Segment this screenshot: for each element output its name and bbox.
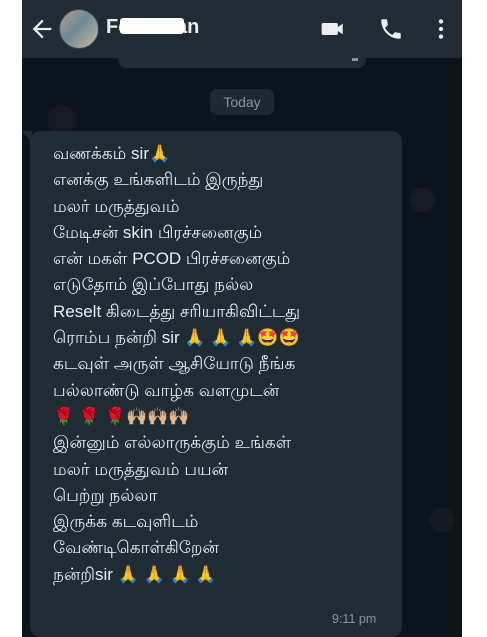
message-line: இருக்க கடவுளிடம் <box>53 512 199 532</box>
phone-icon[interactable] <box>378 16 404 42</box>
video-camera-icon[interactable] <box>320 16 346 42</box>
message-line: மேடிசன் skin பிரச்சனைகும் <box>53 222 263 242</box>
message-line: என் மகள் PCOD பிரச்சனைகும் <box>53 249 291 269</box>
message-text: வணக்கம் sir🙏 எனக்கு உங்களிடம் இருந்து மல… <box>53 141 398 588</box>
message-line: பெற்று நல்லா <box>53 485 158 505</box>
message-line: 🌹 🌹 🌹🙌🏼🙌🏼🙌🏼 <box>53 406 190 426</box>
chat-header: Fenasban <box>22 0 462 58</box>
message-line: எடுதோம் இப்போது நல்ல <box>53 275 254 295</box>
arrow-left-icon[interactable] <box>28 15 56 43</box>
message-line: மலர் மருத்துவம் பயன் <box>53 459 229 479</box>
message-line: எனக்கு உங்களிடம் இருந்து <box>53 170 264 190</box>
message-line: இன்னும் எல்லாருக்கும் உங்கள் <box>53 433 292 453</box>
previous-message-status <box>352 58 358 61</box>
avatar[interactable] <box>59 9 99 49</box>
message-line: Reselt கிடைத்து சரியாகிவிட்டது <box>53 301 301 321</box>
message-timestamp: 9:11 pm <box>332 612 377 626</box>
message-line: ரொம்ப நன்றி sir 🙏 🙏 🙏🤩🤩 <box>53 328 300 348</box>
message-line: நன்றிsir 🙏 🙏 🙏 🙏 <box>53 564 217 584</box>
name-redaction <box>120 18 184 34</box>
message-line: வேண்டிகொள்கிறேன் <box>53 538 219 558</box>
date-divider: Today <box>210 89 274 115</box>
chat-screen: Fenasban Today வணக்கம் sir🙏 எனக்கு உங்கள… <box>22 0 462 637</box>
more-vertical-icon[interactable] <box>428 16 454 42</box>
message-line: பல்லாண்டு வாழ்க வளமுடன் <box>53 380 280 400</box>
previous-message-bubble <box>118 58 366 68</box>
message-line: வணக்கம் sir🙏 <box>53 144 171 163</box>
message-line: கடவுள் அருள் ஆசியோடு நீங்க <box>53 354 296 374</box>
message-line: மலர் மருத்துவம் <box>53 196 180 216</box>
